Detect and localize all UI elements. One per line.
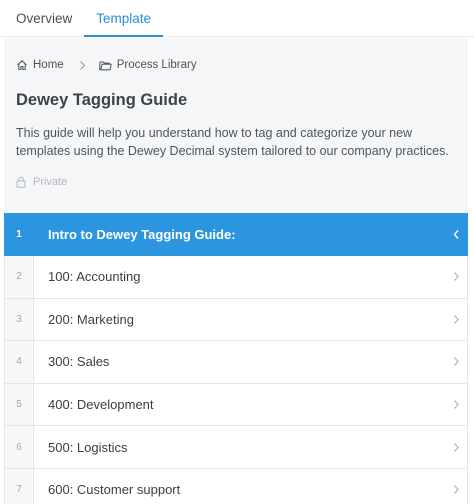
chevron-left-icon: [445, 214, 467, 255]
lock-icon: [16, 176, 26, 188]
chevron-right-icon: [79, 60, 86, 71]
step-item[interactable]: 5 400: Development: [4, 383, 468, 427]
step-number: 3: [5, 298, 34, 341]
breadcrumb-home-label: Home: [33, 59, 64, 71]
step-label: Intro to Dewey Tagging Guide:: [48, 227, 236, 242]
step-label: 400: Development: [48, 397, 154, 413]
step-number: 5: [5, 383, 34, 426]
tab-bar: Overview Template: [0, 0, 474, 37]
step-label: 200: Marketing: [48, 311, 134, 327]
step-label: 600: Customer support: [48, 482, 181, 498]
step-label: 500: Logistics: [48, 439, 128, 455]
step-item[interactable]: 3 200: Marketing: [4, 298, 468, 342]
tab-template[interactable]: Template: [84, 0, 163, 37]
step-item[interactable]: 4 300: Sales: [4, 341, 468, 384]
step-item[interactable]: 1 Intro to Dewey Tagging Guide:: [4, 213, 468, 256]
privacy-indicator[interactable]: Private: [16, 176, 67, 188]
tab-overview-label: Overview: [16, 10, 73, 26]
chevron-right-icon: [445, 256, 467, 298]
tab-template-label: Template: [96, 10, 152, 26]
folder-icon: [98, 60, 112, 70]
step-item[interactable]: 7 600: Customer support: [4, 468, 468, 504]
step-number: 4: [5, 341, 34, 383]
chevron-right-icon: [445, 299, 467, 341]
step-number: 2: [5, 256, 34, 298]
step-label: 100: Accounting: [48, 269, 141, 285]
step-label: 300: Sales: [48, 354, 110, 370]
privacy-label: Private: [33, 176, 68, 188]
template-header: Home Process Library Dewey Tagging Guide…: [4, 38, 468, 218]
tab-overview[interactable]: Overview: [4, 0, 84, 36]
page-title: Dewey Tagging Guide: [16, 91, 188, 109]
step-item[interactable]: 6 500: Logistics: [4, 426, 468, 469]
chevron-right-icon: [445, 384, 467, 426]
step-number: 7: [5, 468, 34, 504]
step-number: 6: [5, 426, 34, 468]
breadcrumb-home[interactable]: Home: [16, 59, 64, 71]
home-icon: [17, 60, 27, 71]
chevron-right-icon: [445, 426, 467, 468]
chevron-right-icon: [445, 341, 467, 383]
breadcrumb-folder-label: Process Library: [116, 59, 197, 71]
breadcrumb: Home Process Library: [16, 59, 197, 71]
breadcrumb-process-library[interactable]: Process Library: [98, 59, 197, 71]
step-number: 1: [5, 214, 34, 255]
step-list: 1 Intro to Dewey Tagging Guide: 2 100: A…: [4, 213, 468, 504]
step-item[interactable]: 2 100: Accounting: [4, 256, 468, 299]
chevron-right-icon: [445, 469, 467, 504]
template-description: This guide will help you understand how …: [16, 126, 449, 158]
